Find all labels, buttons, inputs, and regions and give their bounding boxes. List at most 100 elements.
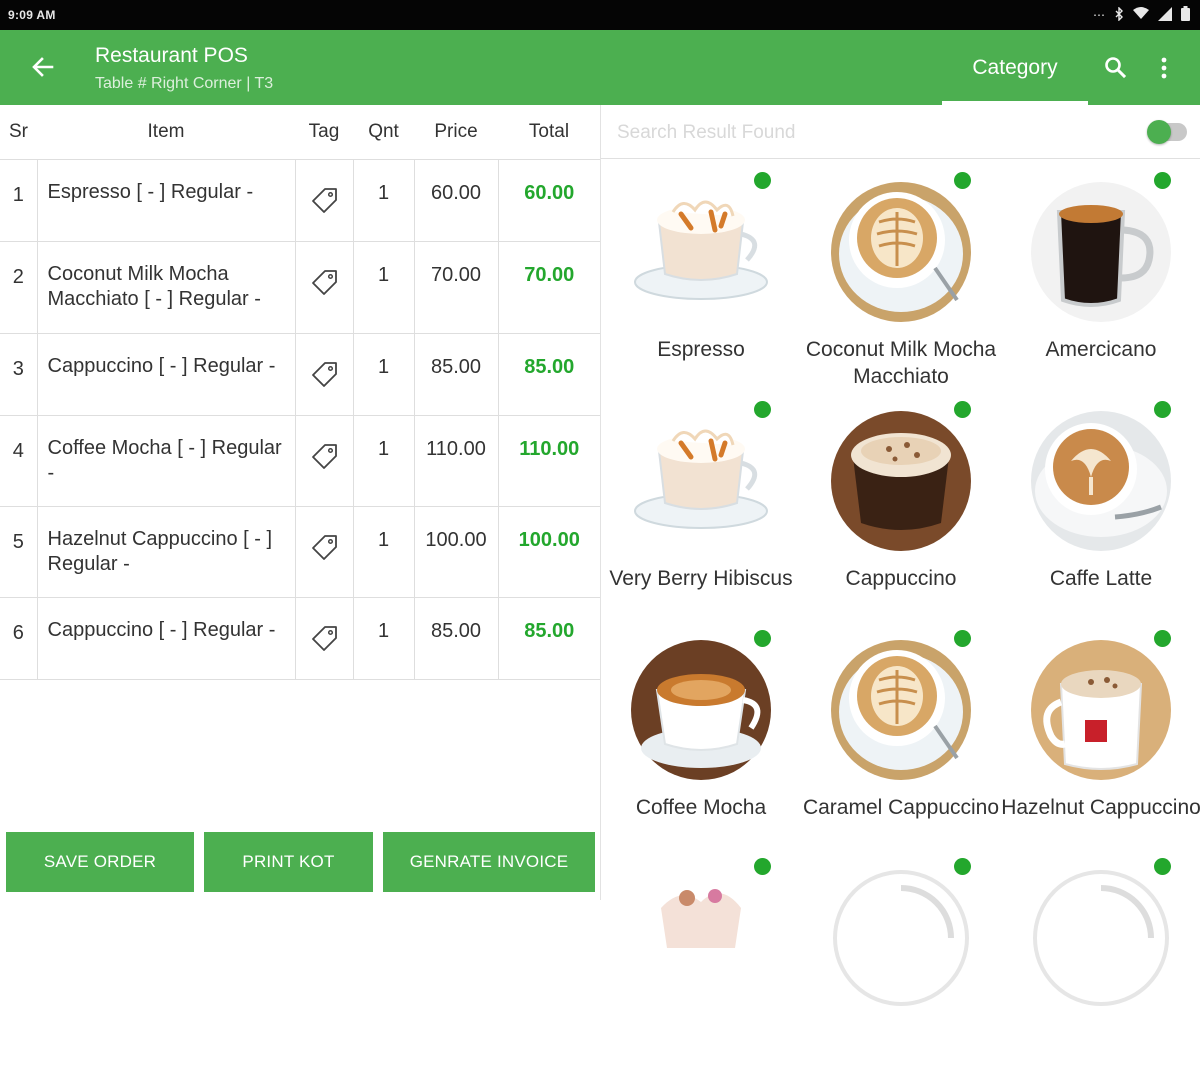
- product-card[interactable]: Coffee Mocha: [601, 630, 801, 860]
- row-qnt: 1: [352, 596, 415, 680]
- product-name: Caramel Cappuccino: [802, 796, 1000, 819]
- product-card[interactable]: [601, 858, 801, 1088]
- toggle-knob: [1147, 120, 1171, 144]
- latte-art-cup-icon: [831, 640, 971, 780]
- product-card[interactable]: Coconut Milk Mocha Macchiato: [801, 172, 1001, 402]
- status-time: 9:09 AM: [8, 8, 56, 22]
- loading-placeholder-icon: [831, 868, 971, 1008]
- product-card[interactable]: Espresso: [601, 172, 801, 402]
- loading-placeholder-icon: [1031, 868, 1171, 1008]
- product-card[interactable]: Very Berry Hibiscus: [601, 401, 801, 631]
- view-toggle[interactable]: [1147, 120, 1187, 144]
- tag-icon[interactable]: [294, 240, 354, 334]
- row-item: Cappuccino [ - ] Regular -: [36, 596, 296, 680]
- product-name: Very Berry Hibiscus: [609, 567, 793, 590]
- bluetooth-icon: [1114, 5, 1124, 24]
- cappuccino-mug-icon: [1031, 640, 1171, 780]
- table-row[interactable]: 3 Cappuccino [ - ] Regular - 1 85.00 85.…: [0, 332, 600, 416]
- tag-icon[interactable]: [294, 596, 354, 680]
- search-placeholder: Search Result Found: [617, 122, 796, 143]
- search-bar[interactable]: Search Result Found: [601, 105, 1200, 159]
- table-row[interactable]: 5 Hazelnut Cappuccino [ - ] Regular - 1 …: [0, 505, 600, 598]
- tab-category[interactable]: Category: [942, 30, 1088, 105]
- latte-art-cup-icon: [831, 182, 971, 322]
- availability-dot: [954, 401, 971, 418]
- table-row[interactable]: 4 Coffee Mocha [ - ] Regular - 1 110.00 …: [0, 414, 600, 507]
- status-bar: 9:09 AM ⋯: [0, 0, 1200, 30]
- availability-dot: [1154, 630, 1171, 647]
- header-tag: Tag: [295, 105, 353, 160]
- product-name: Coffee Mocha: [635, 796, 767, 819]
- tag-icon[interactable]: [294, 332, 354, 416]
- row-item: Espresso [ - ] Regular -: [36, 158, 296, 242]
- dessert-cup-icon: [631, 868, 771, 1008]
- product-card[interactable]: Caramel Cappuccino: [801, 630, 1001, 860]
- row-total: 70.00: [497, 240, 600, 334]
- table-row[interactable]: 2 Coconut Milk Mocha Macchiato [ - ] Reg…: [0, 240, 600, 334]
- product-name: Hazelnut Cappuccino: [1001, 796, 1200, 819]
- product-card[interactable]: Amercicano: [1001, 172, 1200, 402]
- row-price: 100.00: [413, 505, 499, 598]
- header-sr: Sr: [0, 105, 37, 160]
- signal-icon: [1158, 6, 1172, 24]
- latte-glass-cup-icon: [631, 411, 771, 551]
- availability-dot: [754, 630, 771, 647]
- row-price: 85.00: [413, 332, 499, 416]
- row-item: Cappuccino [ - ] Regular -: [36, 332, 296, 416]
- availability-dot: [754, 172, 771, 189]
- print-kot-button[interactable]: PRINT KOT: [204, 832, 373, 892]
- row-sr: 2: [0, 240, 38, 334]
- black-coffee-mug-icon: [1031, 182, 1171, 322]
- table-row[interactable]: 1 Espresso [ - ] Regular - 1 60.00 60.00: [0, 158, 600, 242]
- availability-dot: [754, 858, 771, 875]
- back-arrow-icon[interactable]: [28, 52, 58, 82]
- table-row[interactable]: 6 Cappuccino [ - ] Regular - 1 85.00 85.…: [0, 596, 600, 680]
- cappuccino-foam-cup-icon: [831, 411, 971, 551]
- row-price: 70.00: [413, 240, 499, 334]
- row-total: 100.00: [497, 505, 600, 598]
- wifi-icon: [1133, 7, 1149, 23]
- row-price: 60.00: [413, 158, 499, 242]
- search-icon[interactable]: [1103, 55, 1129, 81]
- header-price: Price: [414, 105, 498, 160]
- tag-icon[interactable]: [294, 505, 354, 598]
- tag-icon[interactable]: [294, 158, 354, 242]
- product-card[interactable]: Caffe Latte: [1001, 401, 1200, 631]
- order-table: Sr Item Tag Qnt Price Total 1 Espresso […: [0, 105, 600, 680]
- more-vert-icon[interactable]: [1154, 55, 1174, 81]
- row-qnt: 1: [352, 414, 415, 507]
- row-item: Hazelnut Cappuccino [ - ] Regular -: [36, 505, 296, 598]
- product-card[interactable]: [801, 858, 1001, 1088]
- availability-dot: [1154, 858, 1171, 875]
- availability-dot: [1154, 172, 1171, 189]
- row-sr: 6: [0, 596, 38, 680]
- product-name: Espresso: [657, 338, 745, 361]
- row-qnt: 1: [352, 240, 415, 334]
- row-item: Coffee Mocha [ - ] Regular -: [36, 414, 296, 507]
- row-sr: 4: [0, 414, 38, 507]
- product-card[interactable]: Cappuccino: [801, 401, 1001, 631]
- order-pane: Sr Item Tag Qnt Price Total 1 Espresso […: [0, 105, 600, 900]
- row-qnt: 1: [352, 505, 415, 598]
- row-sr: 5: [0, 505, 38, 598]
- app-title: Restaurant POS: [95, 44, 248, 67]
- row-price: 85.00: [413, 596, 499, 680]
- row-total: 85.00: [497, 332, 600, 416]
- product-card[interactable]: [1001, 858, 1200, 1088]
- row-total: 60.00: [497, 158, 600, 242]
- row-total: 110.00: [497, 414, 600, 507]
- tab-category-label: Category: [972, 55, 1058, 79]
- header-total: Total: [498, 105, 600, 160]
- notification-dots-icon: ⋯: [1093, 8, 1105, 22]
- table-subtitle: Table # Right Corner | T3: [95, 75, 274, 92]
- latte-art-cup-icon: [1031, 411, 1171, 551]
- product-card[interactable]: Hazelnut Cappuccino: [1001, 630, 1200, 860]
- availability-dot: [954, 630, 971, 647]
- generate-invoice-button[interactable]: GENRATE INVOICE: [383, 832, 595, 892]
- save-order-button[interactable]: SAVE ORDER: [6, 832, 194, 892]
- status-icons: ⋯: [1093, 5, 1190, 24]
- row-total: 85.00: [497, 596, 600, 680]
- coffee-cup-icon: [631, 640, 771, 780]
- tag-icon[interactable]: [294, 414, 354, 507]
- row-qnt: 1: [352, 158, 415, 242]
